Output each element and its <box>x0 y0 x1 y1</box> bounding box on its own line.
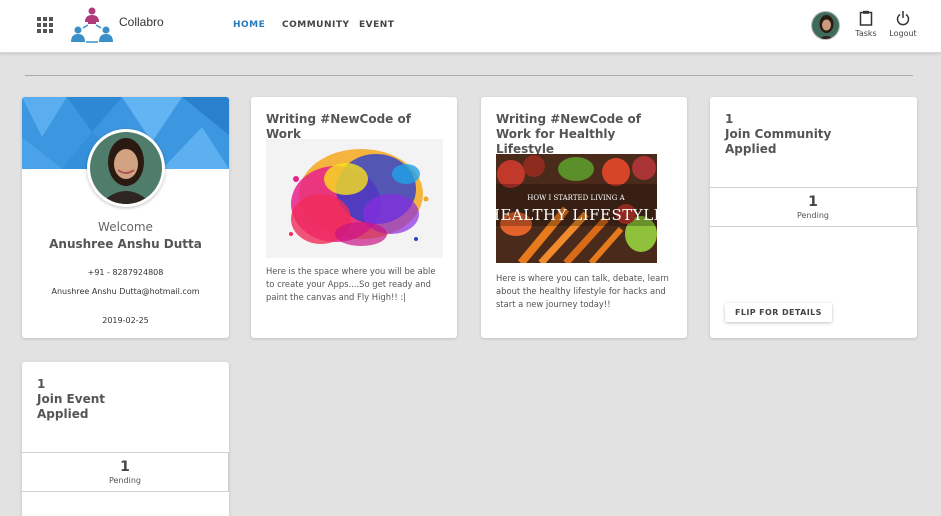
top-navbar: Collabro HOME COMMUNITY EVENT Tasks Logo… <box>0 0 941 53</box>
community-pending-box: 1 Pending <box>710 187 917 227</box>
event-line1: Join Event <box>37 392 105 406</box>
pending-label: Pending <box>109 476 141 485</box>
event-line2: Applied <box>37 407 89 421</box>
nav-community[interactable]: COMMUNITY <box>282 20 350 30</box>
welcome-text: Welcome <box>98 220 153 234</box>
collabro-logo-icon[interactable] <box>70 6 114 46</box>
join-event-card: 1 Join Event Applied 1 Pending <box>22 362 229 516</box>
nav-event[interactable]: EVENT <box>359 20 394 30</box>
profile-photo <box>87 129 165 207</box>
pending-count: 1 <box>120 459 130 475</box>
image-caption-small: HOW I STARTED LIVING A <box>527 194 625 202</box>
brand-name[interactable]: Collabro <box>119 15 164 29</box>
community-line2: Applied <box>725 142 777 156</box>
profile-card: Welcome Anushree Anshu Dutta +91 - 82879… <box>22 97 229 338</box>
profile-email: Anushree Anshu Dutta@hotmail.com <box>51 287 200 296</box>
profile-phone: +91 - 8287924808 <box>87 268 164 277</box>
paint-splash-image <box>266 139 443 258</box>
pending-label: Pending <box>797 211 829 220</box>
profile-name: Anushree Anshu Dutta <box>49 237 202 251</box>
flip-for-details-button[interactable]: FLIP FOR DETAILS <box>725 303 832 322</box>
event-pending-box: 1 Pending <box>22 452 229 492</box>
logout-label: Logout <box>889 29 917 38</box>
tasks-label: Tasks <box>855 29 877 38</box>
event-count: 1 <box>37 377 46 391</box>
join-community-card: 1 Join Community Applied 1 Pending FLIP … <box>710 97 917 338</box>
profile-date: 2019-02-25 <box>102 316 149 325</box>
tasks-button[interactable]: Tasks <box>849 10 883 38</box>
user-avatar[interactable] <box>811 11 840 40</box>
image-caption-large: HEALTHY LIFESTYLE <box>496 206 657 224</box>
power-icon <box>896 11 910 26</box>
community-count: 1 <box>725 112 734 126</box>
apps-grid-icon[interactable] <box>37 17 53 33</box>
card-description: Here is the space where you will be able… <box>266 266 436 302</box>
card-title: Writing #NewCode of Work for Healthly Li… <box>496 112 641 156</box>
card-description: Here is where you can talk, debate, lear… <box>496 273 669 309</box>
clipboard-icon <box>859 10 873 26</box>
card-title: Writing #NewCode of Work <box>266 112 411 141</box>
vegetables-image: HOW I STARTED LIVING A HEALTHY LIFESTYLE <box>496 154 657 263</box>
nav-home[interactable]: HOME <box>233 20 265 30</box>
feature-card-newcode[interactable]: Writing #NewCode of Work Here is the spa… <box>251 97 457 338</box>
section-divider <box>25 75 913 76</box>
community-line1: Join Community <box>725 127 832 141</box>
pending-count: 1 <box>808 194 818 210</box>
feature-card-healthy-lifestyle[interactable]: Writing #NewCode of Work for Healthly Li… <box>481 97 687 338</box>
logout-button[interactable]: Logout <box>886 10 920 38</box>
